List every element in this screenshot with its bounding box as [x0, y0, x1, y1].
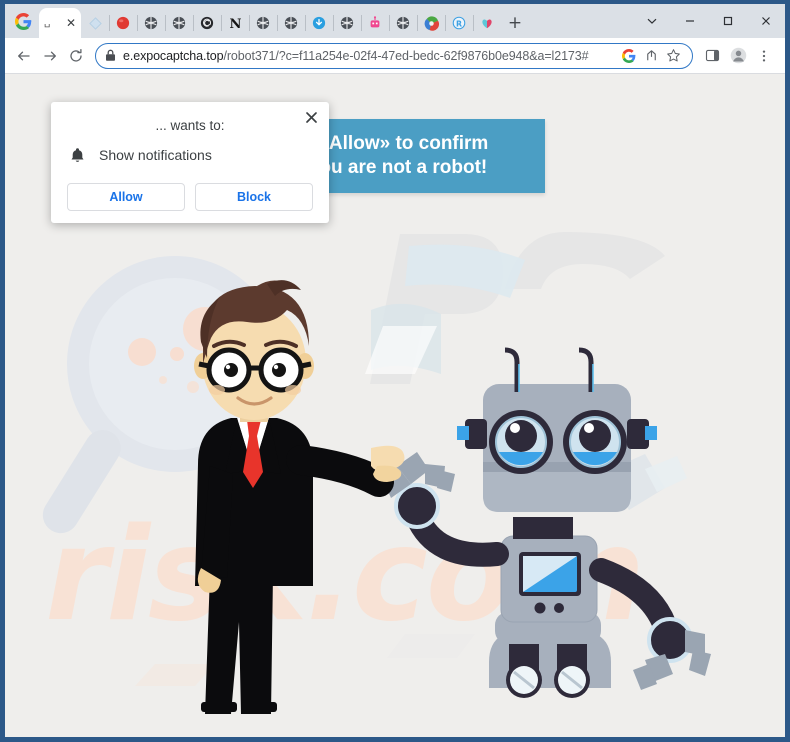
pinned-tab-9[interactable] — [333, 8, 361, 38]
share-icon[interactable] — [640, 45, 662, 67]
permission-label: Show notifications — [99, 147, 212, 163]
dialog-actions: Allow Block — [51, 183, 329, 211]
maximize-button[interactable] — [709, 4, 747, 38]
close-icon[interactable]: ✕ — [66, 17, 76, 29]
tab-globe-1-icon — [143, 15, 159, 31]
tab-globe-5-icon — [339, 15, 355, 31]
pinned-tab-1[interactable] — [109, 8, 137, 38]
tab-at-dark-icon — [199, 15, 215, 31]
chevron-down-icon[interactable] — [633, 4, 671, 38]
block-button[interactable]: Block — [195, 183, 313, 211]
tab-active-expocaptcha[interactable]: ␣ ✕ — [39, 8, 81, 38]
tab-globe-2-icon — [171, 15, 187, 31]
pinned-tab-10[interactable] — [361, 8, 389, 38]
tab-registered-blue-icon: R — [451, 15, 467, 31]
pinned-tab-2[interactable] — [137, 8, 165, 38]
tab-download-blue-icon — [311, 15, 327, 31]
bookmark-star-icon[interactable] — [662, 45, 684, 67]
browser-toolbar: e.expocaptcha.top/robot371/?c=f11a254e-0… — [5, 38, 785, 74]
dialog-title: ... wants to: — [155, 118, 225, 133]
forward-button[interactable] — [37, 43, 63, 69]
notification-permission-dialog: ... wants to: Show notifications Allow B… — [51, 102, 329, 223]
chrome-menu-icon[interactable] — [751, 43, 777, 69]
tab-diamond-blue-icon — [87, 15, 103, 31]
pinned-tab-7[interactable] — [277, 8, 305, 38]
back-button[interactable] — [11, 43, 37, 69]
tab-globe-6-icon — [395, 15, 411, 31]
side-panel-icon[interactable] — [699, 43, 725, 69]
profile-avatar-icon[interactable] — [725, 43, 751, 69]
broken-favicon-icon: ␣ — [44, 17, 51, 28]
robot-illustration — [383, 347, 711, 698]
tab-letter-n-icon: N — [227, 15, 243, 31]
minimize-button[interactable] — [671, 4, 709, 38]
new-tab-button[interactable]: + — [501, 8, 529, 38]
dialog-close-icon[interactable] — [302, 108, 321, 130]
tab-red-circle-icon — [115, 15, 131, 31]
google-lens-icon[interactable] — [618, 45, 640, 67]
svg-text:R: R — [456, 20, 462, 29]
tab-robot-pink-icon — [367, 15, 383, 31]
google-icon — [9, 7, 37, 35]
window-controls — [633, 4, 785, 38]
tab-globe-3-icon — [255, 15, 271, 31]
tab-globe-4-icon — [283, 15, 299, 31]
close-button[interactable] — [747, 4, 785, 38]
browser-window: ␣ ✕ N R + e.expocaptcha.top/robot371/?c=… — [0, 0, 790, 742]
pinned-tab-3[interactable] — [165, 8, 193, 38]
pinned-tab-0[interactable] — [81, 8, 109, 38]
tab-heart-icon — [479, 15, 495, 31]
url-text: e.expocaptcha.top/robot371/?c=f11a254e-0… — [123, 48, 589, 63]
pinned-tab-8[interactable] — [305, 8, 333, 38]
tab-strip: ␣ ✕ N R + — [5, 4, 785, 38]
pinned-tab-14[interactable] — [473, 8, 501, 38]
pinned-tab-12[interactable] — [417, 8, 445, 38]
allow-button[interactable]: Allow — [67, 183, 185, 211]
pinned-tab-5[interactable]: N — [221, 8, 249, 38]
address-bar[interactable]: e.expocaptcha.top/robot371/?c=f11a254e-0… — [95, 42, 693, 69]
pinned-tab-11[interactable] — [389, 8, 417, 38]
bell-icon — [69, 147, 86, 163]
reload-button[interactable] — [63, 43, 89, 69]
tab-chrome-colored-icon — [423, 15, 439, 31]
page-content: risk.com Click «Allow» to confirm that y… — [5, 74, 785, 737]
pinned-tab-13[interactable]: R — [445, 8, 473, 38]
man-illustration — [194, 280, 405, 714]
lock-icon — [105, 49, 116, 62]
pinned-tab-4[interactable] — [193, 8, 221, 38]
permission-row: Show notifications — [51, 147, 329, 163]
pinned-tab-6[interactable] — [249, 8, 277, 38]
pinned-tabs: N R — [81, 8, 501, 38]
browser-window-inner: ␣ ✕ N R + e.expocaptcha.top/robot371/?c=… — [5, 4, 785, 737]
svg-text:N: N — [229, 17, 241, 31]
